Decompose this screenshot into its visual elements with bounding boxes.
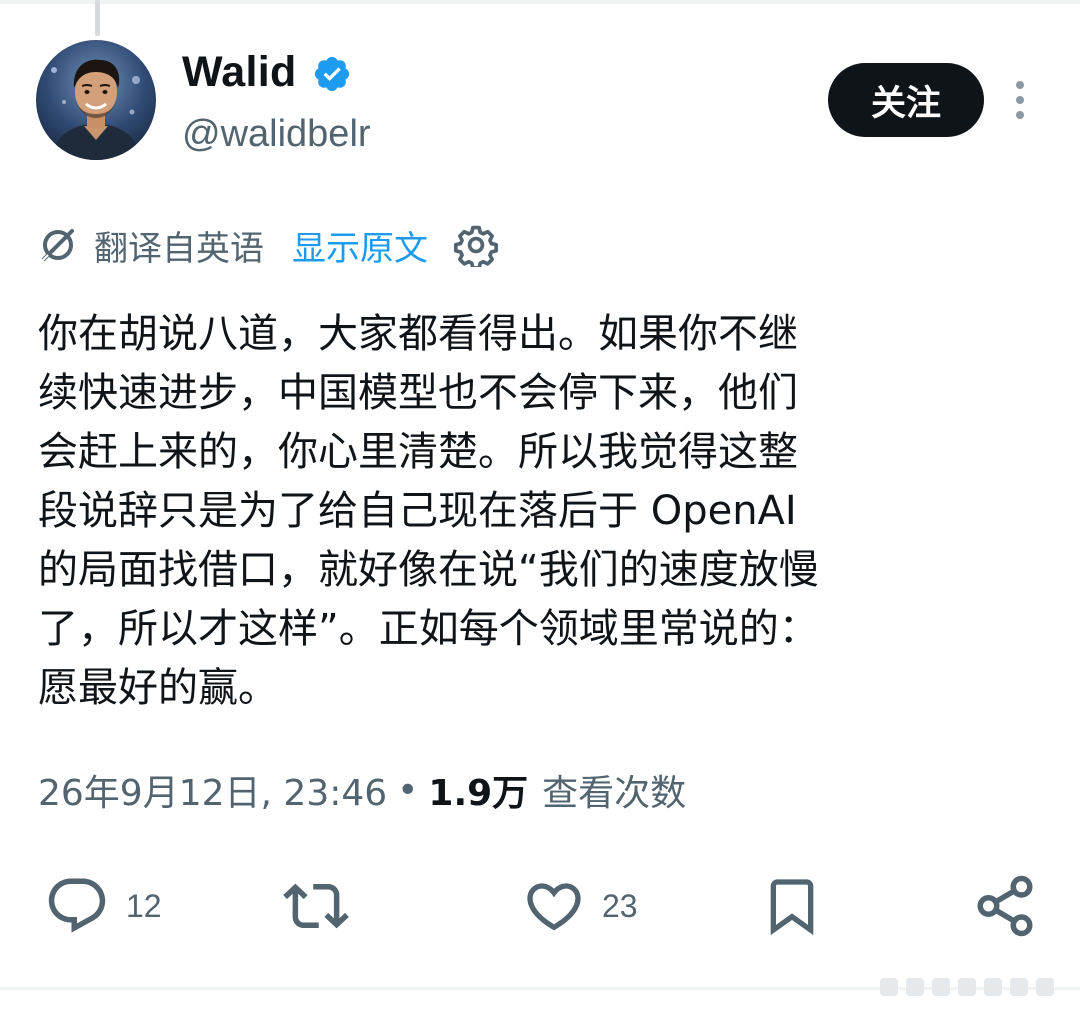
avatar[interactable] [36,40,156,160]
share-icon [977,875,1033,937]
gear-icon[interactable] [454,223,498,267]
like-count: 23 [602,887,638,924]
reply-icon [48,878,106,933]
bookmark-button[interactable] [760,868,840,944]
author-name[interactable]: Walid [182,48,297,96]
share-button[interactable] [972,868,1054,944]
more-vertical-icon[interactable] [1008,78,1032,122]
tweet-text: 你在胡说八道，大家都看得出。如果你不继 续快速进步，中国模型也不会停下来，他们 … [38,311,819,711]
tweet-meta: 26年9月12日, 23:46 • 1.9万 查看次数 [38,762,686,818]
translation-bar: 翻译自英语 显示原文 [38,220,498,270]
retweet-icon [283,883,349,929]
show-original-link[interactable]: 显示原文 [292,221,428,270]
reply-button[interactable]: 12 [44,868,162,944]
views-label: 查看次数 [542,773,687,814]
thread-connector-line [95,0,100,36]
tweet-timestamp[interactable]: 26年9月12日, 23:46 [38,764,387,816]
like-button[interactable]: 23 [522,868,638,944]
follow-button[interactable]: 关注 [828,63,984,137]
avatar-image [36,40,156,160]
retweet-button[interactable] [280,868,368,944]
heart-icon [527,883,581,931]
verified-badge-icon [314,56,350,92]
watermark-icon [880,978,1054,996]
top-divider [0,0,1080,4]
translation-label: 翻译自英语 [94,228,264,269]
bookmark-icon [770,879,814,936]
meta-separator: • [397,769,419,811]
reply-count: 12 [126,887,162,924]
views-count: 1.9万 [428,773,529,814]
translate-icon [41,229,74,262]
author-handle[interactable]: @walidbelr [182,112,371,156]
